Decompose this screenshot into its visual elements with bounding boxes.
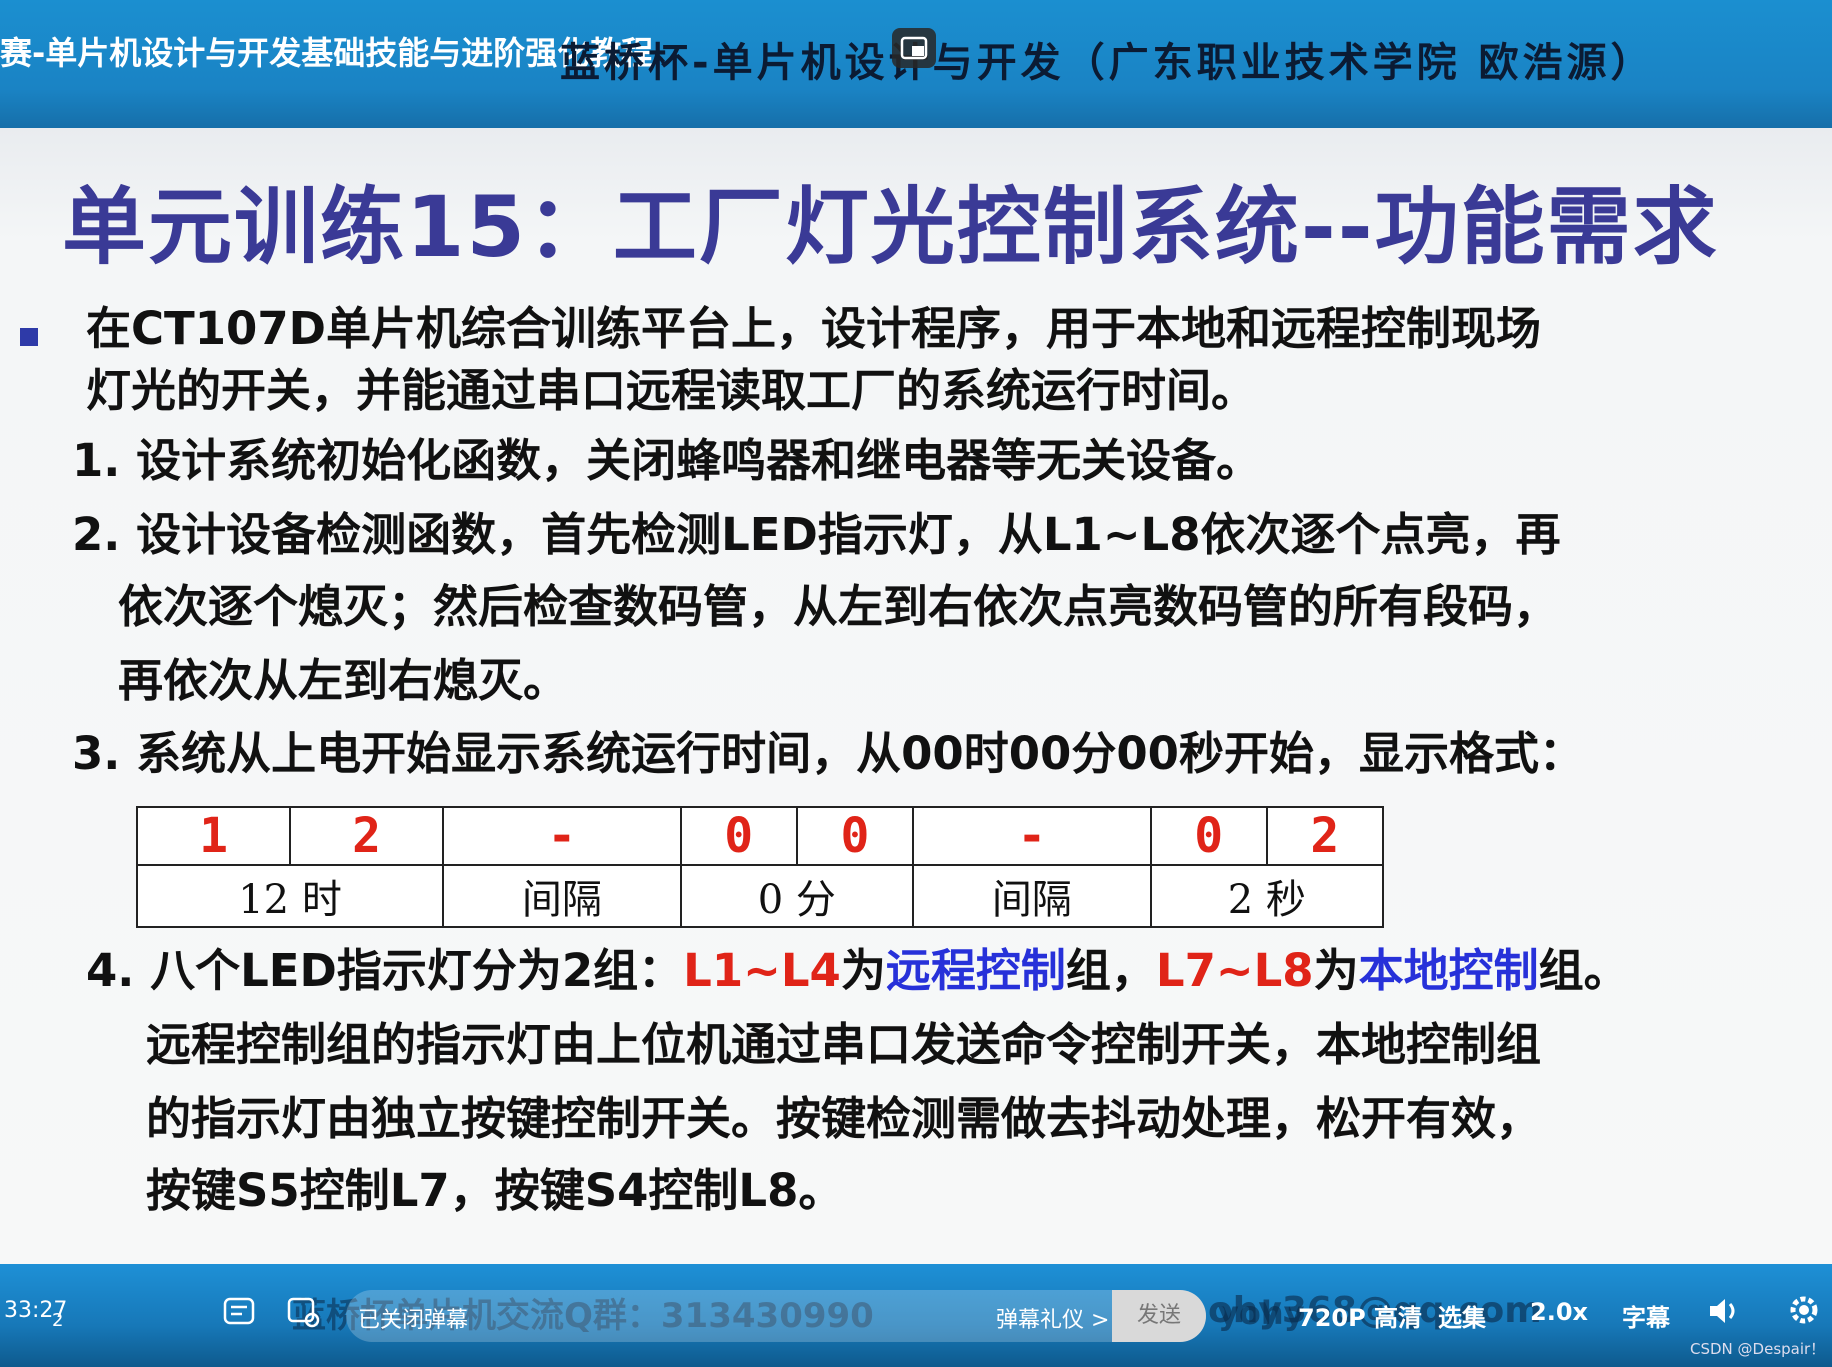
label-separator: 间隔 (442, 864, 682, 928)
settings-gear-icon[interactable] (1786, 1292, 1822, 1336)
requirement-2-line-1: 2. 设计设备检测函数，首先检测LED指示灯，从L1~L8依次逐个点亮，再 (72, 508, 1561, 561)
requirement-2-line-2: 依次逐个熄灭；然后检查数码管，从左到右依次点亮数码管的所有段码， (118, 580, 1559, 633)
intro-text: 在CT107D单片机综合训练平台上，设计程序，用于本地和远程控制现场 灯光的开关… (86, 298, 1541, 422)
requirement-1: 1. 设计系统初始化函数，关闭蜂鸣器和继电器等无关设备。 (72, 434, 1262, 487)
danmaku-input[interactable]: 已关闭弹幕 弹幕礼仪 > 发送 (346, 1290, 1206, 1342)
volume-icon[interactable] (1706, 1294, 1742, 1336)
csdn-watermark: CSDN @Despair！ (1690, 1340, 1826, 1358)
digit-cell: - (442, 806, 682, 866)
requirement-3: 3. 系统从上电开始显示系统运行时间，从00时00分00秒开始，显示格式： (72, 727, 1584, 780)
req4-text: 组。 (1538, 944, 1629, 997)
danmaku-toggle-icon[interactable] (222, 1294, 256, 1336)
digit-cell: 0 (679, 806, 798, 866)
requirement-4-line-1: 4. 八个LED指示灯分为2组：L1~L4为远程控制组，L7~L8为本地控制组。 (86, 940, 1629, 1002)
requirement-4-line-4: 按键S5控制L7，按键S4控制L8。 (146, 1164, 844, 1217)
quality-button[interactable]: 720P 高清 (1298, 1298, 1422, 1333)
intro-line-2: 灯光的开关，并能通过串口远程读取工厂的系统运行时间。 (86, 364, 1257, 417)
digit-cell: 2 (289, 806, 445, 866)
label-minutes: 0 分 (679, 864, 915, 928)
course-title: 赛-单片机设计与开发基础技能与进阶强化教程 (0, 34, 654, 72)
top-banner: 赛-单片机设计与开发基础技能与进阶强化教程 蓝桥杯-单片机设计与开发（广东职业技… (0, 0, 1832, 128)
req4-text: 组， (1065, 944, 1156, 997)
danmaku-settings-icon[interactable] (286, 1294, 320, 1336)
requirement-4-line-2: 远程控制组的指示灯由上位机通过串口发送命令控制开关，本地控制组 (146, 1018, 1542, 1071)
danmaku-etiquette-link[interactable]: 弹幕礼仪 > (996, 1302, 1109, 1334)
req4-text: 为 (840, 944, 886, 997)
label-separator: 间隔 (912, 864, 1152, 928)
slide-title: 单元训练15：工厂灯光控制系统--功能需求 (62, 178, 1719, 276)
danmaku-closed-text: 已关闭弹幕 (358, 1308, 469, 1333)
player-control-bar: 33:27 2 蓝桥杯单片机交流Q群：313430990 ohy368@qq.c… (0, 1264, 1832, 1367)
send-button[interactable]: 发送 (1112, 1290, 1206, 1342)
subtitles-button[interactable]: 字幕 (1622, 1298, 1670, 1333)
episodes-button[interactable]: 选集 (1438, 1298, 1486, 1333)
requirement-4-line-3: 的指示灯由独立按键控制开关。按键检测需做去抖动处理，松开有效， (146, 1092, 1542, 1145)
slide-header-banner: 蓝桥杯-单片机设计与开发（广东职业技术学院 欧浩源） (560, 40, 1655, 86)
time-display-format-table: 1 2 - 0 0 - 0 2 12 时 间隔 0 分 间隔 2 秒 (135, 806, 1385, 928)
speed-button[interactable]: 2.0x (1530, 1298, 1588, 1326)
digit-cell: 1 (135, 806, 292, 866)
req4-local-leds: L7~L8 (1155, 944, 1314, 997)
pip-icon (900, 36, 928, 60)
intro-line-1: 在CT107D单片机综合训练平台上，设计程序，用于本地和远程控制现场 (86, 302, 1542, 355)
req4-text: 4. 八个LED指示灯分为2组： (86, 944, 684, 997)
label-seconds: 2 秒 (1149, 864, 1385, 928)
requirement-2-line-3: 再依次从左到右熄灭。 (118, 654, 569, 707)
digit-cell: - (912, 806, 1152, 866)
digit-cell: 0 (1149, 806, 1268, 866)
picture-in-picture-button[interactable] (892, 28, 936, 68)
label-hours: 12 时 (135, 864, 445, 928)
req4-remote-leds: L1~L4 (683, 944, 841, 997)
digit-cell: 2 (1265, 806, 1385, 866)
req4-local-group: 本地控制 (1358, 944, 1539, 997)
bullet-marker (20, 328, 38, 346)
overlay-text: yohy (1218, 1294, 1305, 1332)
page-indicator: 2 (52, 1310, 64, 1331)
req4-remote-group: 远程控制 (885, 944, 1066, 997)
req4-text: 为 (1313, 944, 1359, 997)
digit-cell: 0 (795, 806, 915, 866)
